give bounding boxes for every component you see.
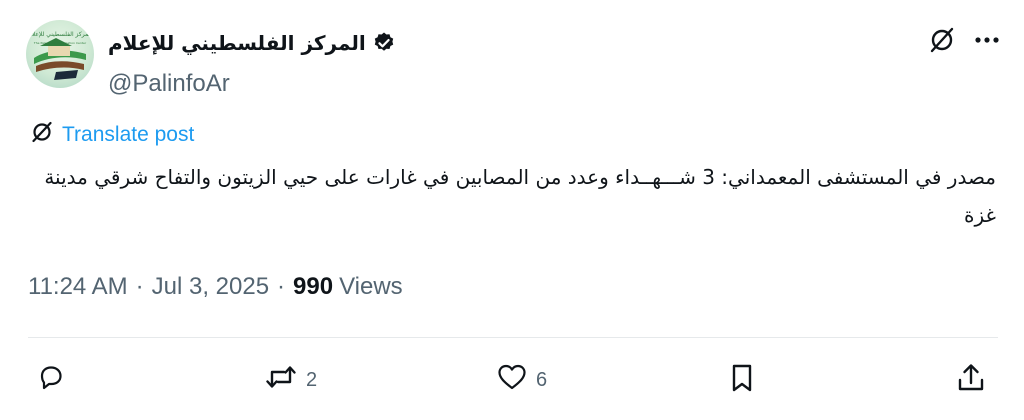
- meta-separator: ·: [135, 273, 144, 300]
- views-label: Views: [339, 273, 403, 300]
- avatar-brand-subtext: The Palestinian Information Center: [33, 41, 87, 45]
- grok-translate-icon: [30, 120, 54, 149]
- post-date[interactable]: Jul 3, 2025: [152, 273, 269, 301]
- like-button[interactable]: 6: [496, 362, 547, 398]
- bookmark-icon: [728, 362, 756, 400]
- meta-separator: ·: [277, 273, 286, 300]
- grok-icon[interactable]: [928, 26, 956, 54]
- translate-post-link[interactable]: Translate post: [30, 120, 194, 149]
- more-options-icon[interactable]: [974, 36, 1000, 44]
- verified-badge-icon: [372, 31, 396, 55]
- avatar-brand-text: المركز الفلسطيني للإعلام: [28, 31, 92, 38]
- views-count: 990: [293, 273, 334, 300]
- heart-icon: [496, 362, 528, 398]
- post-header: المركز الفلسطيني للإعلام The Palestinian…: [26, 18, 1000, 97]
- header-actions: [928, 26, 1000, 54]
- retweet-button[interactable]: 2: [264, 362, 317, 398]
- reply-button[interactable]: [36, 362, 74, 398]
- author-handle[interactable]: @PalinfoAr: [108, 70, 230, 98]
- reply-icon: [36, 362, 66, 398]
- share-button[interactable]: [956, 362, 986, 400]
- avatar[interactable]: المركز الفلسطيني للإعلام The Palestinian…: [26, 20, 94, 88]
- avatar-logo-icon: المركز الفلسطيني للإعلام The Palestinian…: [28, 31, 92, 80]
- share-icon: [956, 362, 986, 400]
- author-name-line: المركز الفلسطيني للإعلام: [108, 28, 396, 58]
- action-bar: 2 6: [36, 362, 988, 398]
- retweet-icon: [264, 362, 298, 398]
- post-text: مصدر في المستشفى المعمداني: 3 شـــهــداء…: [44, 165, 996, 227]
- post-time[interactable]: 11:24 AM: [28, 273, 128, 301]
- author-display-name[interactable]: المركز الفلسطيني للإعلام: [108, 31, 366, 55]
- like-count: 6: [536, 368, 548, 391]
- divider: [28, 337, 998, 338]
- post-meta: 11:24 AM · Jul 3, 2025 · 990 Views: [28, 273, 403, 301]
- retweet-count: 2: [306, 368, 318, 391]
- bookmark-button[interactable]: [728, 362, 756, 400]
- translate-post-label[interactable]: Translate post: [62, 123, 194, 147]
